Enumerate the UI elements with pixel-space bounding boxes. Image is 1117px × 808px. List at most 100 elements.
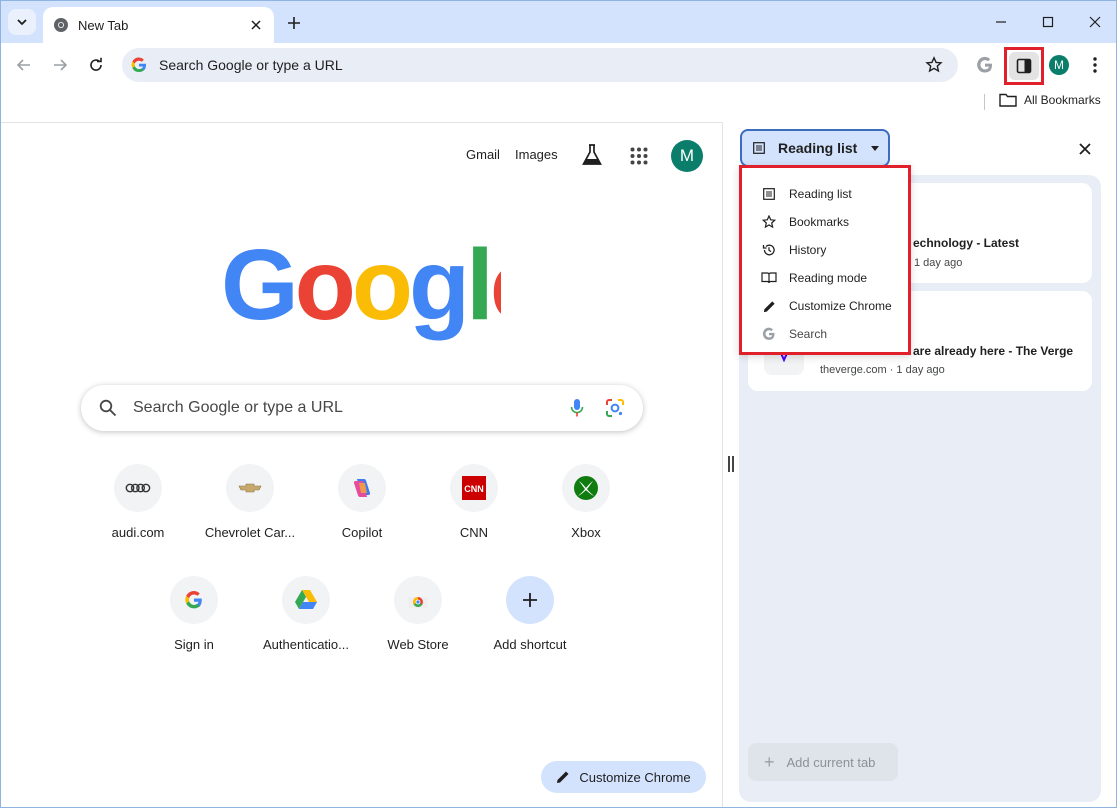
reading-item-title: echnology - Latest [913,236,1020,250]
add-shortcut-button[interactable]: Add shortcut [474,576,586,652]
maximize-icon [1042,16,1054,28]
title-bar: New Tab [1,1,1116,43]
menu-item-reading-mode[interactable]: Reading mode [761,267,901,289]
search-icon [99,399,119,417]
menu-item-label: Bookmarks [789,215,850,229]
menu-item-label: Reading mode [789,271,868,285]
ntp-search-placeholder[interactable]: Search Google or type a URL [133,399,565,417]
menu-button[interactable] [1083,53,1107,77]
menu-item-label: History [789,243,827,257]
shortcut-label: CNN [459,525,489,540]
plus-icon: + [764,751,775,772]
close-icon [1089,16,1101,28]
shortcut-xbox[interactable]: Xbox [530,464,642,540]
customize-chrome-button[interactable]: Customize Chrome [541,761,706,793]
shortcut-cnn[interactable]: CNN CNN [418,464,530,540]
menu-item-label: Customize Chrome [789,299,892,313]
side-panel-dropdown-menu: Reading list Bookmarks History Reading m… [739,165,911,355]
google-g-icon [761,327,777,341]
reading-item-meta: theverge.com · 1 day ago [820,364,945,376]
side-panel-toggle-button[interactable] [1004,47,1044,85]
more-vert-icon [1093,57,1097,73]
menu-item-bookmarks[interactable]: Bookmarks [761,211,901,233]
google-logo: Google [221,241,501,341]
shortcut-chevrolet[interactable]: Chevrolet Car... [194,464,306,540]
shortcut-label: audi.com [111,525,165,540]
side-panel-resize-handle[interactable] [728,456,734,472]
shortcut-audi[interactable]: audi.com [82,464,194,540]
forward-button[interactable] [48,53,72,77]
tab-new-tab[interactable]: New Tab [43,7,274,43]
shortcut-label: Copilot [341,525,383,540]
close-window-button[interactable] [1081,9,1109,35]
history-icon [761,243,777,257]
plus-icon [288,17,300,29]
bookmark-star-icon[interactable] [922,56,946,74]
google-lens-icon[interactable] [603,398,627,418]
plus-icon [506,576,554,624]
shortcut-label: Add shortcut [493,637,567,652]
reading-list-icon [753,142,765,154]
shortcut-web-store[interactable]: Web Store [362,576,474,652]
ntp-profile-avatar[interactable]: M [671,140,703,172]
arrow-right-icon [54,59,68,71]
menu-item-customize-chrome[interactable]: Customize Chrome [761,295,901,317]
pencil-icon [556,770,570,784]
menu-item-history[interactable]: History [761,239,901,261]
new-tab-page: Gmail Images M Google Search Google or t… [1,122,723,807]
omnibox-text[interactable]: Search Google or type a URL [159,57,922,73]
labs-flask-icon[interactable] [581,143,603,172]
minimize-icon [996,21,1006,23]
ntp-search-box[interactable]: Search Google or type a URL [81,385,643,431]
pencil-icon [761,300,777,313]
menu-item-reading-list[interactable]: Reading list [761,183,901,205]
bookmarks-divider [984,94,985,110]
minimize-button[interactable] [987,9,1015,35]
google-g-icon [170,576,218,624]
all-bookmarks-button[interactable]: All Bookmarks [999,93,1101,107]
voice-search-mic-icon[interactable] [565,398,589,418]
audi-logo-icon [114,464,162,512]
close-icon [1079,143,1091,155]
google-apps-icon[interactable] [630,147,648,170]
caret-down-icon [871,145,880,151]
tab-title: New Tab [78,17,129,33]
reload-icon [90,57,102,71]
new-tab-button[interactable] [282,11,306,35]
google-lens-button[interactable] [973,53,997,77]
shortcut-label: Web Store [387,637,449,652]
reload-button[interactable] [84,53,108,77]
menu-item-label: Search [789,327,828,341]
tab-search-button[interactable] [8,9,36,35]
side-panel-selector-button[interactable]: Reading list [740,129,890,167]
images-link[interactable]: Images [515,147,558,162]
shortcut-label: Xbox [571,525,601,540]
chrome-favicon-icon [53,17,69,33]
tab-close-icon[interactable] [246,15,266,35]
shortcut-copilot[interactable]: Copilot [306,464,418,540]
add-current-tab-button[interactable]: + Add current tab [748,743,898,781]
cnn-logo-icon: CNN [450,464,498,512]
copilot-logo-icon [338,464,386,512]
chevron-down-icon [17,19,27,26]
side-panel-close-button[interactable] [1075,139,1095,159]
profile-avatar[interactable]: M [1049,55,1069,75]
shortcut-authentication[interactable]: Authenticatio... [250,576,362,652]
maximize-button[interactable] [1034,9,1062,35]
gmail-link[interactable]: Gmail [466,147,500,162]
side-panel-icon [1016,58,1032,74]
svg-text:CNN: CNN [464,484,484,494]
add-current-tab-label: Add current tab [786,754,876,770]
reading-item-meta: 1 day ago [914,257,963,269]
google-g-icon [131,57,149,73]
browser-window: New Tab Search Google or type a URL M Al… [0,0,1117,808]
omnibox[interactable]: Search Google or type a URL [122,48,958,82]
svg-text:Google: Google [221,241,501,341]
menu-item-search[interactable]: Search [761,323,901,345]
back-button[interactable] [12,53,36,77]
side-panel-selector-label: Reading list [778,140,858,156]
xbox-logo-icon [562,464,610,512]
shortcut-sign-in[interactable]: Sign in [138,576,250,652]
google-drive-icon [282,576,330,624]
chevrolet-logo-icon [226,464,274,512]
